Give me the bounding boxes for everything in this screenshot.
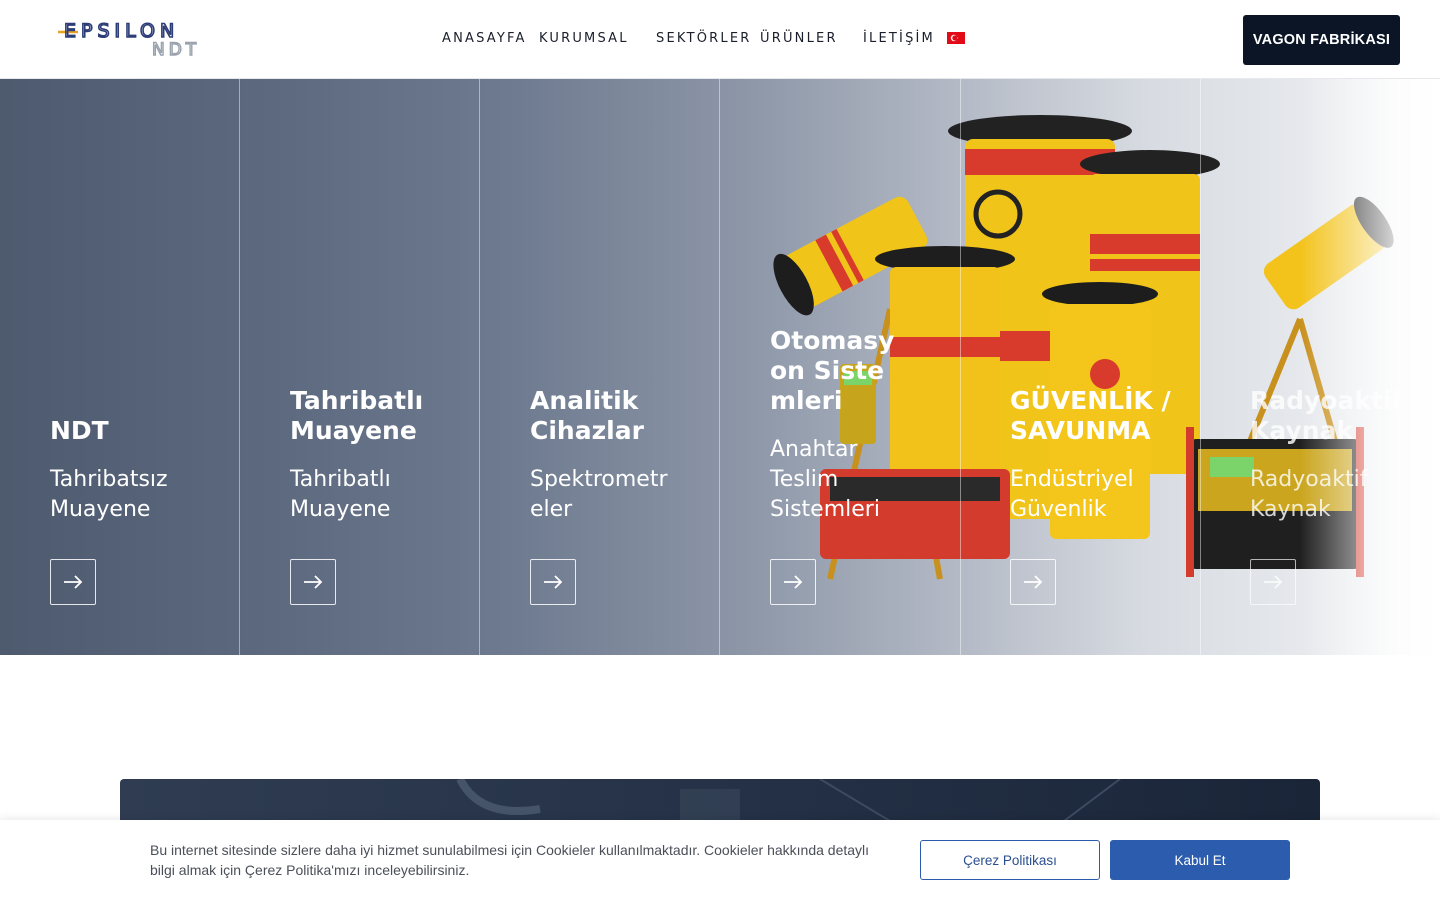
nav-urunler[interactable]: ÜRÜNLER xyxy=(760,31,838,46)
sector-subtitle: Endüstriyel Güvenlik xyxy=(1010,467,1134,522)
sector-arrow-button[interactable] xyxy=(530,559,576,605)
nav-iletisim[interactable]: İLETİŞİM xyxy=(863,31,935,46)
sector-arrow-button[interactable] xyxy=(290,559,336,605)
cookie-accept-button[interactable]: Kabul Et xyxy=(1110,840,1290,880)
arrow-right-icon xyxy=(64,575,83,589)
cookie-policy-button[interactable]: Çerez Politikası xyxy=(920,840,1100,880)
vagon-fabrikasi-button[interactable]: VAGON FABRİKASI xyxy=(1243,15,1400,65)
sector-title: Radyoaktif Kaynak xyxy=(1250,386,1403,445)
arrow-right-icon xyxy=(1264,575,1283,589)
sector-card-otomasyon[interactable]: Otomasyon Sistemleri Anahtar Teslim Sist… xyxy=(720,79,960,655)
turkey-flag-icon[interactable] xyxy=(947,32,965,44)
sector-subtitle: Tahribatsız Muayene xyxy=(50,467,168,522)
sector-title: NDT xyxy=(50,416,109,445)
site-header: EPSILON NDT ANASAYFA KURUMSAL SEKTÖRLER … xyxy=(0,0,1440,79)
svg-text:EPSILON: EPSILON xyxy=(64,20,179,42)
arrow-right-icon xyxy=(544,575,563,589)
sector-card-ndt[interactable]: NDT Tahribatsız Muayene xyxy=(0,79,240,655)
sector-title: Otomasyon Sistemleri xyxy=(770,326,895,415)
sector-subtitle: Radyoaktif Kaynak xyxy=(1250,467,1368,522)
sector-title: Tahribatlı Muayene xyxy=(290,386,424,445)
arrow-right-icon xyxy=(304,575,323,589)
sector-card-radyoaktif[interactable]: Radyoaktif Kaynak Radyoaktif Kaynak xyxy=(1200,79,1440,655)
sector-subtitle: Anahtar Teslim Sistemleri xyxy=(770,437,880,522)
arrow-right-icon xyxy=(784,575,803,589)
sector-arrow-button[interactable] xyxy=(770,559,816,605)
sector-arrow-button[interactable] xyxy=(50,559,96,605)
sector-subtitle: Spektrometreler xyxy=(530,467,668,522)
sector-title: Analitik Cihazlar xyxy=(530,386,644,445)
cookie-message: Bu internet sitesinde sizlere daha iyi h… xyxy=(150,842,870,878)
sector-card-tahribatli[interactable]: Tahribatlı Muayene Tahribatlı Muayene xyxy=(240,79,480,655)
arrow-right-icon xyxy=(1024,575,1043,589)
hero-sectors: NDT Tahribatsız Muayene Tahribatlı Muaye… xyxy=(0,79,1440,655)
sector-arrow-button[interactable] xyxy=(1250,559,1296,605)
epsilon-ndt-logo[interactable]: EPSILON NDT xyxy=(56,18,231,60)
sector-card-guvenlik[interactable]: GÜVENLİK / SAVUNMA Endüstriyel Güvenlik xyxy=(960,79,1200,655)
nav-sektorler[interactable]: SEKTÖRLER xyxy=(656,31,751,46)
svg-text:NDT: NDT xyxy=(152,40,200,60)
nav-kurumsal[interactable]: KURUMSAL xyxy=(539,31,629,46)
cookie-consent-bar: Bu internet sitesinde sizlere daha iyi h… xyxy=(0,820,1440,900)
sector-title: GÜVENLİK / SAVUNMA xyxy=(1010,386,1171,445)
sector-card-analitik[interactable]: Analitik Cihazlar Spektrometreler xyxy=(480,79,720,655)
nav-anasayfa[interactable]: ANASAYFA xyxy=(442,31,527,46)
sector-subtitle: Tahribatlı Muayene xyxy=(290,467,391,522)
sector-arrow-button[interactable] xyxy=(1010,559,1056,605)
